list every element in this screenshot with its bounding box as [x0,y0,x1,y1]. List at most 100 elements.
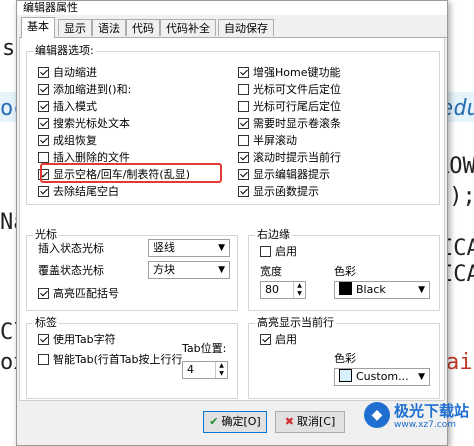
option-checkbox[interactable]: 半屏滚动 [238,133,297,148]
insert-cursor-label: 插入状态光标 [38,242,104,255]
use-tab-char-checkbox[interactable]: 使用Tab字符 [38,332,116,347]
check-icon: ✔ [209,415,219,428]
option-label: 自动缩进 [53,66,97,79]
checkbox-box [38,152,49,163]
chevron-down-icon: ▼ [218,243,225,253]
option-checkbox[interactable]: 搜索光标处文本 [38,116,130,131]
tab-position-spinner[interactable]: 4 ▲ ▼ [182,361,228,379]
option-checkbox[interactable]: 需要时显示卷滚条 [238,116,341,131]
checkbox-box [38,135,49,146]
tab-basic[interactable]: 基本 [21,17,55,38]
option-label: 需要时显示卷滚条 [253,117,341,130]
insert-cursor-select[interactable]: 竖线 ▼ [148,239,230,257]
option-checkbox[interactable]: 光标可文件后定位 [238,82,341,97]
spinner-arrows-icon[interactable]: ▲ ▼ [215,362,227,378]
tab-bar: 基本 显示 语法 代码 代码补全 自动保存 [19,17,447,38]
option-checkbox[interactable]: 成组恢复 [38,133,97,148]
checkbox-box [238,84,249,95]
right-margin-width-spinner[interactable]: 80 ▲ ▼ [260,281,306,299]
option-checkbox[interactable]: 显示编辑器提示 [238,167,330,182]
option-label: 插入模式 [53,100,97,113]
option-label: 半屏滚动 [253,134,297,147]
cursor-group-label: 光标 [33,228,59,242]
tab-code[interactable]: 代码 [126,19,160,36]
highlight-match-checkbox[interactable]: 高亮匹配括号 [38,286,119,301]
tab-code-completion[interactable]: 代码补全 [160,19,216,36]
overwrite-cursor-select[interactable]: 方块 ▼ [148,261,230,279]
spinner-arrows-icon[interactable]: ▲ ▼ [293,282,305,298]
checkbox-box [38,101,49,112]
checkbox-box [38,118,49,129]
option-label: 增强Home键功能 [253,66,341,79]
checkbox-box [38,288,49,299]
ok-button[interactable]: ✔ 确定[O] [203,411,267,433]
checkbox-box [38,186,49,197]
option-checkbox[interactable]: 去除结尾空白 [38,184,119,199]
right-margin-label: 右边缘 [255,228,292,242]
option-checkbox[interactable]: 光标可行尾后定位 [238,99,341,114]
watermark-url: www.xz7.com [394,420,456,430]
right-margin-width-label: 宽度 [260,265,282,278]
editor-text: s [2,36,16,61]
checkbox-box [38,354,49,365]
chevron-down-icon: ▼ [418,372,425,382]
option-label: 去除结尾空白 [53,185,119,198]
option-checkbox[interactable]: 显示函数提示 [238,184,319,199]
right-margin-enable-checkbox[interactable]: 启用 [260,244,297,259]
cancel-button[interactable]: ✖ 取消[C] [275,411,345,433]
option-label: 搜索光标处文本 [53,117,130,130]
annotation-highlight-box [40,163,222,183]
option-label: 成组恢复 [53,134,97,147]
checkbox-box [238,186,249,197]
checkbox-box [38,334,49,345]
tab-syntax[interactable]: 语法 [92,19,126,36]
chevron-down-icon: ▼ [418,285,425,295]
tab-display[interactable]: 显示 [58,19,92,36]
checkbox-box [260,246,271,257]
site-watermark: ◆ 极光下载站 www.xz7.com [364,398,474,438]
checkbox-box [238,152,249,163]
option-checkbox[interactable]: 插入模式 [38,99,97,114]
dialog-titlebar[interactable]: 编辑器属性 [17,1,447,15]
option-checkbox[interactable]: 增强Home键功能 [238,65,340,80]
editor-options-label: 编辑器选项: [33,44,96,58]
checkbox-box [260,334,271,345]
option-checkbox[interactable]: 滚动时提示当前行 [238,150,341,165]
tab-autosave[interactable]: 自动保存 [218,19,274,36]
tab-settings-label: 标签 [33,316,59,330]
watermark-text: 极光下载站 [394,402,470,420]
editor-text: ai [446,350,473,375]
color-swatch [339,369,352,382]
highlight-line-label: 高亮显示当前行 [255,316,336,330]
tab-position-label: Tab位置: [182,342,227,355]
color-swatch [339,282,352,295]
right-margin-color-select[interactable]: Black ▼ [334,281,430,299]
option-label: 滚动时提示当前行 [253,151,341,164]
checkbox-box [238,135,249,146]
overwrite-cursor-label: 覆盖状态光标 [38,264,104,277]
checkbox-box [238,67,249,78]
checkbox-box [38,67,49,78]
option-label: 添加缩进到()和: [53,83,132,96]
checkbox-box [238,169,249,180]
close-icon: ✖ [284,415,294,428]
option-label: 光标可文件后定位 [253,83,341,96]
checkbox-box [238,118,249,129]
site-logo-icon: ◆ [364,402,390,428]
chevron-down-icon: ▼ [218,265,225,275]
option-checkbox[interactable]: 自动缩进 [38,65,97,80]
editor-properties-dialog: 编辑器属性 基本 显示 语法 代码 代码补全 自动保存 编辑器选项: 自动缩进添… [16,0,448,446]
option-label: 显示函数提示 [253,185,319,198]
right-margin-color-label: 色彩 [334,265,356,278]
dialog-title: 编辑器属性 [23,1,78,14]
checkbox-box [238,101,249,112]
checkbox-box [38,84,49,95]
option-label: 光标可行尾后定位 [253,100,341,113]
basic-tab-panel: 编辑器选项: 自动缩进 添加缩进到()和: 插入模式 搜索光标处文本 成组恢复 插入删除的… [19,38,445,401]
highlight-line-color-select[interactable]: Custom... ▼ [334,368,430,386]
highlight-line-enable-checkbox[interactable]: 启用 [260,332,297,347]
option-label: 显示编辑器提示 [253,168,330,181]
highlight-line-color-label: 色彩 [334,352,356,365]
option-checkbox[interactable]: 添加缩进到()和: [38,82,131,97]
smart-tab-checkbox[interactable]: 智能Tab(行首Tab按上行行 [38,352,183,367]
